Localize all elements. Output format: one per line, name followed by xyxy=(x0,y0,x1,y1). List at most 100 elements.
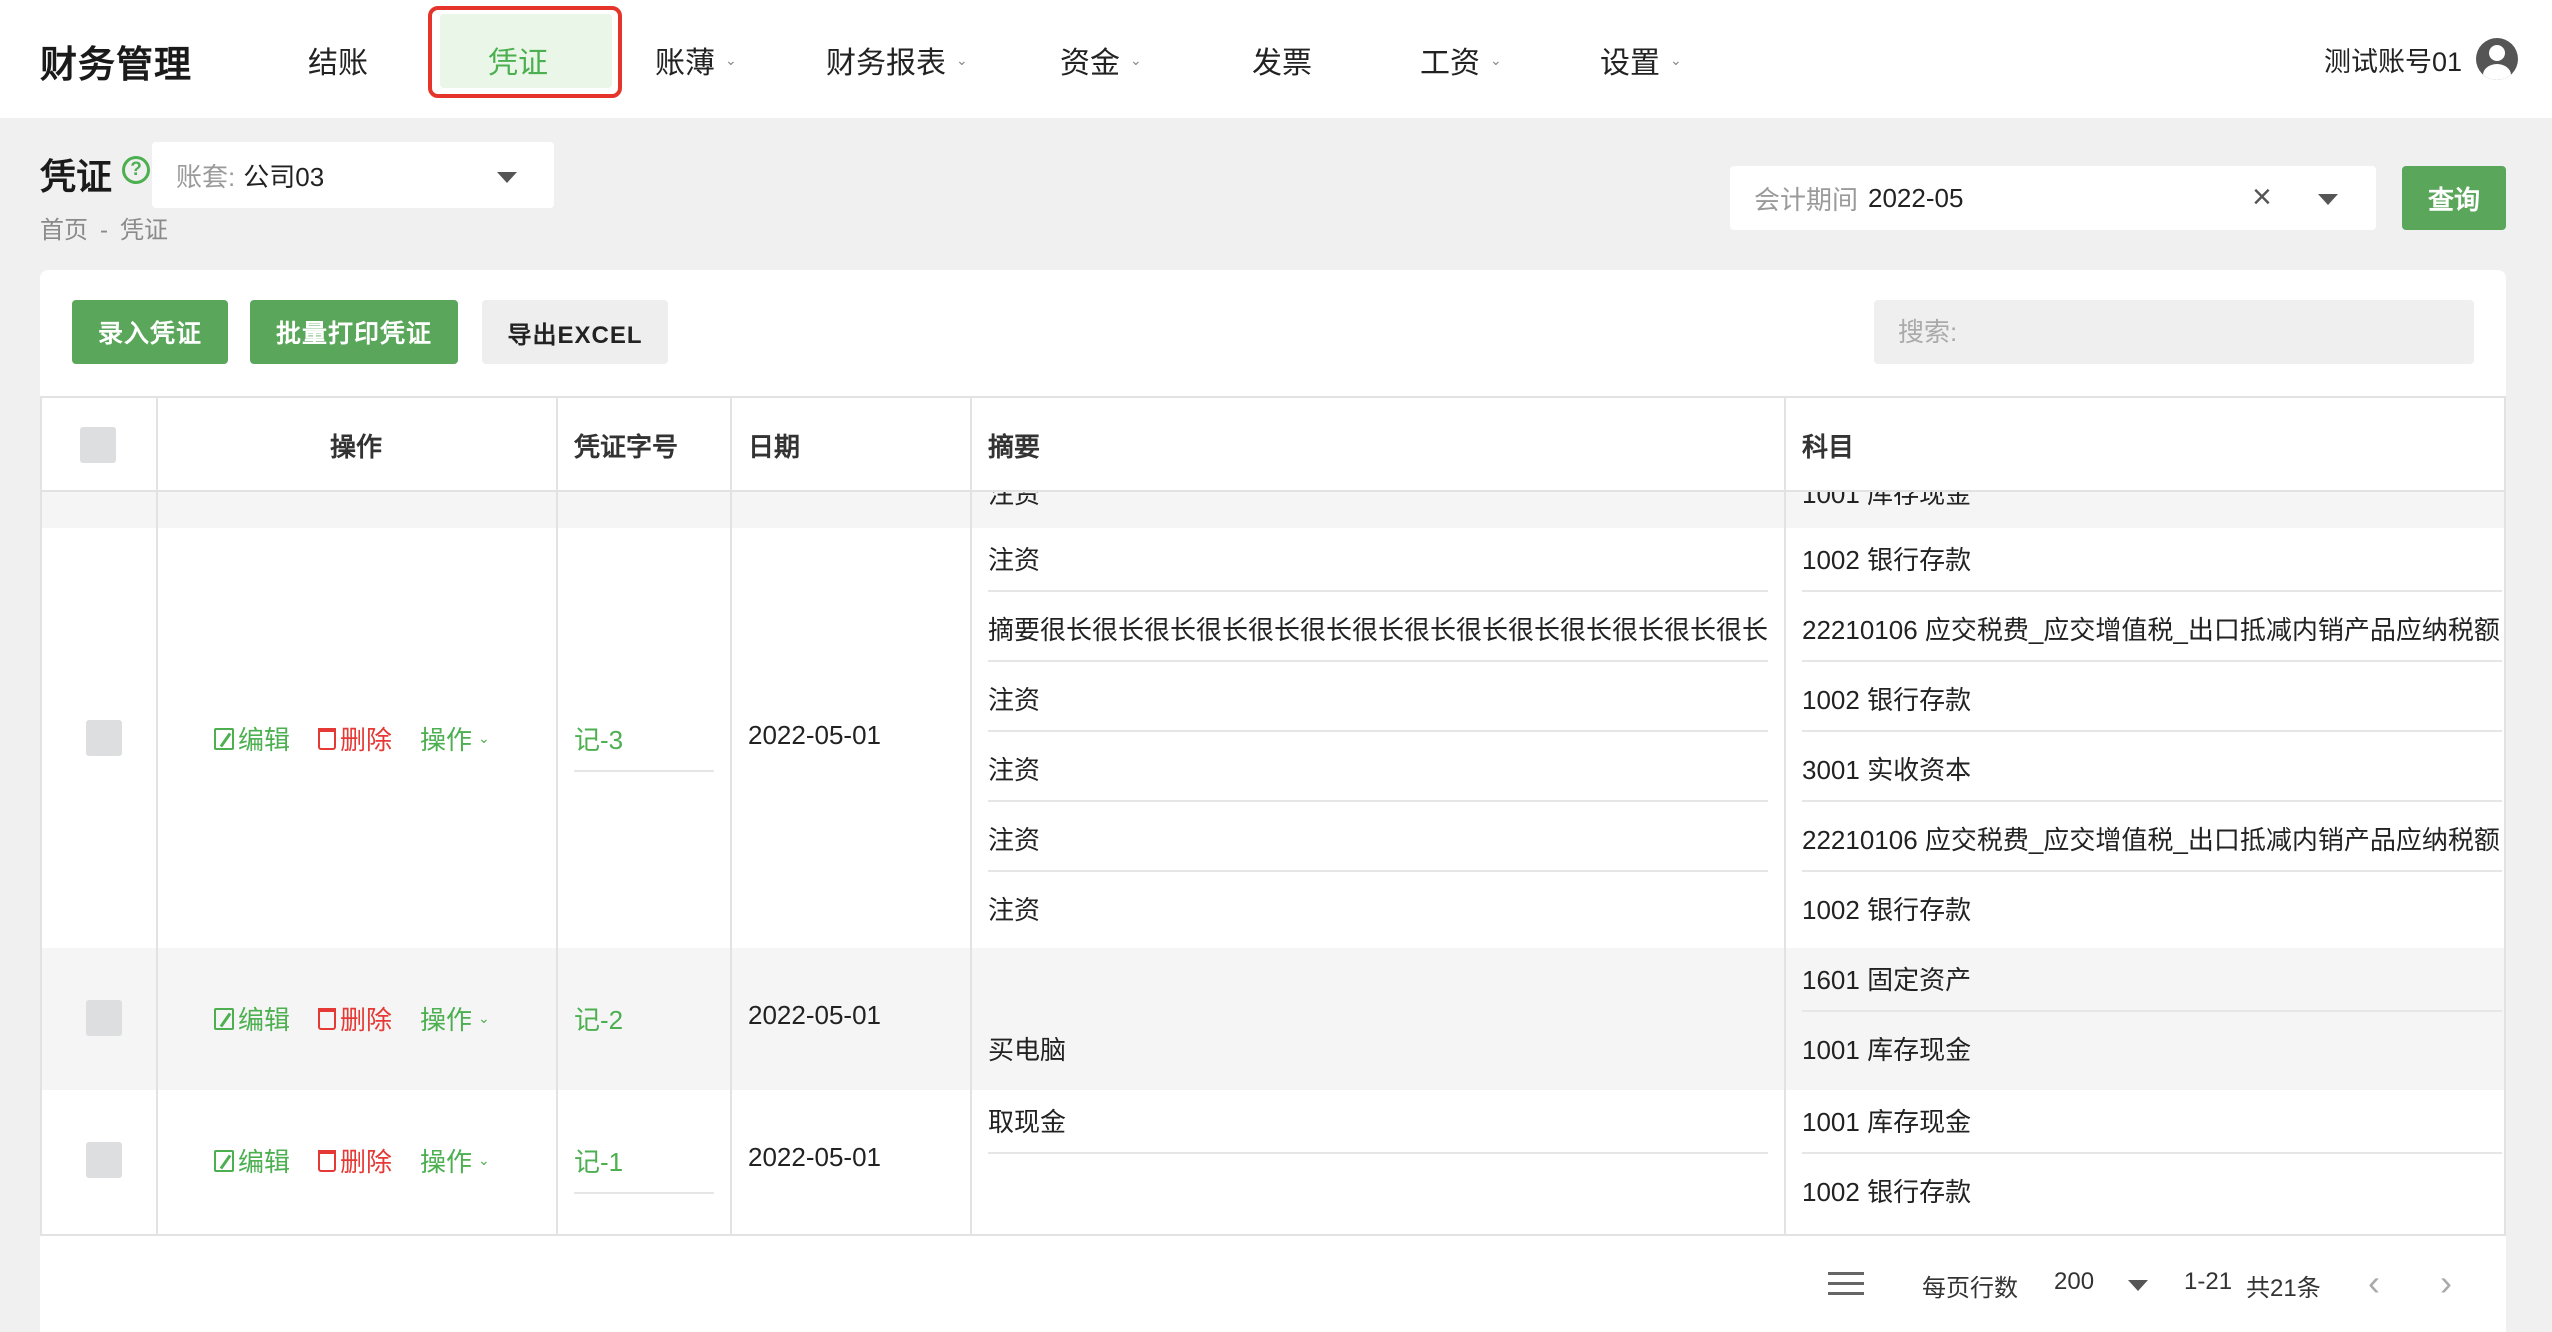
period-value: 2022-05 xyxy=(1868,182,1964,213)
edit-icon xyxy=(214,1007,234,1030)
caret-down-icon[interactable] xyxy=(2128,1280,2148,1291)
rows-per-page-select[interactable]: 200 xyxy=(2054,1268,2094,1296)
cell-divider xyxy=(574,1192,714,1194)
cell-divider xyxy=(988,800,1768,802)
chevron-right-icon[interactable]: › xyxy=(2440,1262,2452,1304)
nav-item-closing[interactable]: 结账 xyxy=(308,38,368,82)
voucher-number-link[interactable]: 记-1 xyxy=(574,1142,623,1179)
row-checkbox[interactable] xyxy=(86,1142,122,1178)
breadcrumb-home[interactable]: 首页 xyxy=(40,217,88,244)
edit-icon xyxy=(214,727,234,750)
period-select[interactable]: 会计期间 2022-05 × xyxy=(1730,166,2376,230)
more-actions-dropdown[interactable]: 操作 ⌄ xyxy=(420,1142,490,1179)
edit-label: 编辑 xyxy=(238,1147,291,1177)
account-cell: 1001 库存现金 xyxy=(1802,1107,1972,1137)
edit-button[interactable]: 编辑 xyxy=(214,1000,290,1037)
summary-cell: 注资 xyxy=(988,755,1041,785)
nav-label: 结账 xyxy=(308,47,368,80)
nav-label: 财务报表 xyxy=(826,47,946,80)
column-header-voucher-no[interactable]: 凭证字号 xyxy=(574,398,678,492)
nav-label: 账薄 xyxy=(655,47,715,80)
page-title: 凭证 xyxy=(40,156,113,197)
more-actions-dropdown[interactable]: 操作 ⌄ xyxy=(420,720,490,757)
delete-button[interactable]: 删除 xyxy=(318,1000,392,1037)
help-icon[interactable]: ? xyxy=(122,156,150,184)
delete-label: 删除 xyxy=(340,725,393,755)
nav-item-funds[interactable]: 资金 ⌄ xyxy=(1060,38,1142,82)
nav-item-reports[interactable]: 财务报表 ⌄ xyxy=(826,38,968,82)
ledger-label: 账套: xyxy=(176,161,236,192)
column-header-actions: 操作 xyxy=(329,431,382,462)
voucher-number-link[interactable]: 记-3 xyxy=(574,720,623,757)
column-header-date[interactable]: 日期 xyxy=(748,398,800,492)
chevron-down-icon: ⌄ xyxy=(1490,51,1502,68)
edit-button[interactable]: 编辑 xyxy=(214,1142,290,1179)
column-settings-icon[interactable] xyxy=(1828,1272,1864,1296)
delete-label: 删除 xyxy=(340,1147,393,1177)
delete-button[interactable]: 删除 xyxy=(318,1142,392,1179)
more-actions-dropdown[interactable]: 操作 ⌄ xyxy=(420,1000,490,1037)
edit-button[interactable]: 编辑 xyxy=(214,720,290,757)
caret-down-icon[interactable] xyxy=(2318,194,2338,205)
voucher-number-link[interactable]: 记-2 xyxy=(574,1000,623,1037)
user-name: 测试账号01 xyxy=(2323,46,2462,77)
nav-label: 资金 xyxy=(1060,47,1120,80)
cell-divider xyxy=(1802,800,2502,802)
batch-print-button[interactable]: 批量打印凭证 xyxy=(250,300,458,364)
export-excel-button[interactable]: 导出EXCEL xyxy=(482,300,668,364)
query-button[interactable]: 查询 xyxy=(2402,166,2506,230)
chevron-left-icon[interactable]: ‹ xyxy=(2368,1262,2380,1304)
breadcrumb: 首页 - 凭证 xyxy=(40,210,180,245)
search-input[interactable] xyxy=(1874,300,2474,364)
nav-item-settings[interactable]: 设置 ⌄ xyxy=(1600,38,1682,82)
summary-cell: 注资 xyxy=(988,895,1041,925)
nav-label: 设置 xyxy=(1600,47,1660,80)
edit-label: 编辑 xyxy=(238,1005,291,1035)
column-divider xyxy=(156,398,158,1234)
trash-icon xyxy=(318,1007,336,1030)
summary-cell: 注资 xyxy=(988,825,1041,855)
summary-cell: 注资 xyxy=(988,685,1041,715)
row-checkbox[interactable] xyxy=(86,1000,122,1036)
delete-button[interactable]: 删除 xyxy=(318,720,392,757)
app-brand: 财务管理 xyxy=(40,44,192,85)
date-cell: 2022-05-01 xyxy=(748,1000,881,1030)
cell-divider xyxy=(988,1152,1768,1154)
user-menu[interactable]: 测试账号01 xyxy=(2324,36,2518,82)
ledger-select[interactable]: 账套: 公司03 xyxy=(152,142,554,208)
table-row: 编辑 删除 操作 ⌄ 记-2 2022-05-01 1601 固定资产 买电脑 1… xyxy=(42,948,2504,1090)
account-cell: 1001 库存现金 xyxy=(1802,1035,1972,1065)
account-cell: 1002 银行存款 xyxy=(1802,685,1972,715)
select-all-checkbox[interactable] xyxy=(80,427,116,463)
cell-divider xyxy=(1802,1010,2502,1012)
nav-item-voucher[interactable]: 凭证 xyxy=(488,38,548,82)
table-row: 编辑 删除 操作 ⌄ 记-1 2022-05-01 取现金 1001 库存现金 1… xyxy=(42,1090,2504,1232)
top-navbar: 财务管理 结账 凭证 账薄 ⌄ 财务报表 ⌄ 资金 ⌄ 发票 工资 ⌄ 设置 ⌄… xyxy=(0,0,2552,118)
cell-divider xyxy=(1802,590,2502,592)
avatar-icon xyxy=(2476,38,2518,80)
page-range: 1-21 xyxy=(2184,1268,2233,1295)
voucher-panel: 录入凭证 批量打印凭证 导出EXCEL 操作 凭证字号 日期 摘要 科目 注资 … xyxy=(40,270,2506,1332)
nav-item-payroll[interactable]: 工资 ⌄ xyxy=(1420,38,1502,82)
column-header-account: 科目 xyxy=(1802,431,1855,462)
cell-divider xyxy=(988,870,1768,872)
table-row-partial: 注资 1001 库存现金 xyxy=(42,479,2504,528)
edit-label: 编辑 xyxy=(238,725,291,755)
add-voucher-button[interactable]: 录入凭证 xyxy=(72,300,228,364)
trash-icon xyxy=(318,1149,336,1172)
nav-item-invoice[interactable]: 发票 xyxy=(1252,38,1312,82)
close-icon[interactable]: × xyxy=(2252,180,2272,214)
edit-icon xyxy=(214,1149,234,1172)
row-checkbox[interactable] xyxy=(86,720,122,756)
account-cell: 1002 银行存款 xyxy=(1802,545,1972,575)
account-cell: 3001 实收资本 xyxy=(1802,755,1972,785)
cell-divider xyxy=(574,770,714,772)
trash-icon xyxy=(318,727,336,750)
date-cell: 2022-05-01 xyxy=(748,720,881,750)
account-cell: 22210106 应交税费_应交增值税_出口抵减内销产品应纳税额 xyxy=(1802,825,2500,855)
cell-divider xyxy=(988,590,1768,592)
breadcrumb-separator: - xyxy=(100,217,108,244)
nav-item-ledger[interactable]: 账薄 ⌄ xyxy=(655,38,737,82)
summary-cell: 注资 xyxy=(988,545,1041,575)
summary-cell: 买电脑 xyxy=(988,1035,1067,1065)
